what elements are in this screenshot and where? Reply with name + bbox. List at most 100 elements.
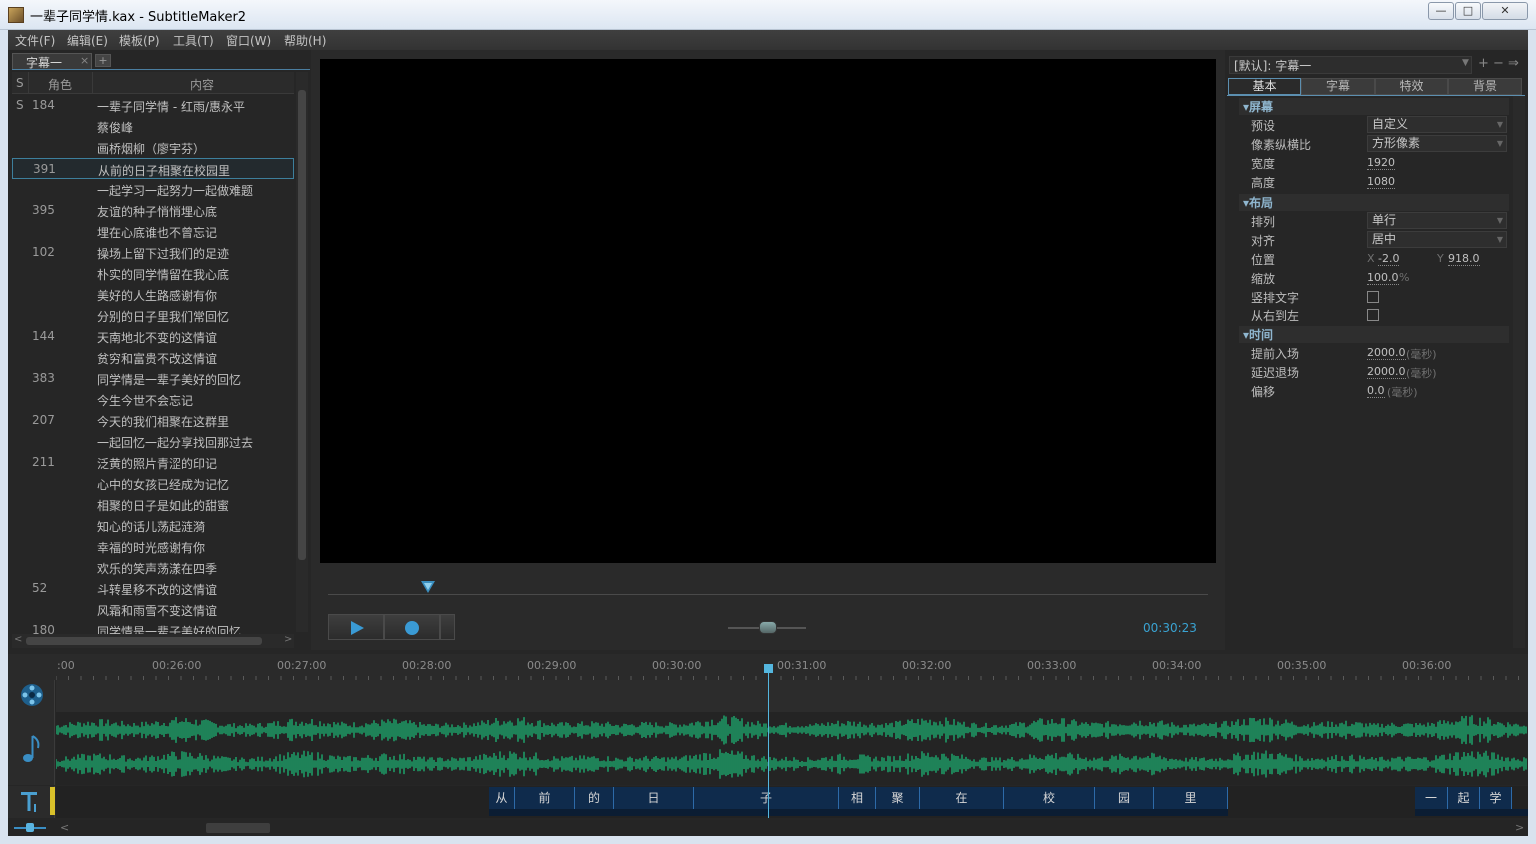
subtitle-row[interactable]: 相聚的日子是如此的甜蜜 — [12, 494, 294, 515]
subtitle-char-block[interactable]: 相 — [839, 787, 876, 809]
chevron-down-icon[interactable]: ▼ — [1462, 58, 1469, 68]
subtitle-char-block[interactable]: 园 — [1095, 787, 1154, 809]
subtitle-char-block[interactable]: 聚 — [876, 787, 920, 809]
subtitle-row[interactable]: 一起回忆一起分享找回那过去 — [12, 431, 294, 452]
style-menu-icon[interactable]: ⇒ — [1508, 56, 1519, 71]
aspect-select[interactable]: 方形像素 ▼ — [1367, 135, 1507, 152]
subtitle-row[interactable]: 幸福的时光感谢有你 — [12, 536, 294, 557]
menu-template[interactable]: 模板(P) — [119, 32, 160, 49]
list-vertical-thumb[interactable] — [298, 90, 306, 560]
tab-basic[interactable]: 基本 — [1228, 78, 1301, 95]
subtitle-row[interactable]: 211 泛黄的照片青涩的印记 — [12, 452, 294, 473]
subtitle-row[interactable]: 欢乐的笑声荡漾在四季 — [12, 557, 294, 578]
arrange-select[interactable]: 单行 ▼ — [1367, 212, 1507, 229]
subtitle-char-block[interactable]: 学 — [1480, 787, 1512, 809]
add-tab-button[interactable]: + — [95, 54, 111, 67]
offset-value[interactable]: 0.0 — [1367, 384, 1385, 398]
list-horizontal-thumb[interactable] — [26, 637, 262, 645]
subtitle-row[interactable]: 一起学习一起努力一起做难题 — [12, 179, 294, 200]
scroll-right-icon[interactable]: > — [1515, 821, 1524, 834]
playhead-handle[interactable] — [764, 664, 773, 673]
subtitle-char-block[interactable]: 日 — [614, 787, 694, 809]
subtitle-char-block[interactable]: 一 — [1415, 787, 1448, 809]
add-style-icon[interactable]: + — [1478, 56, 1489, 71]
scroll-left-icon[interactable]: < — [60, 821, 69, 834]
subtitle-row[interactable]: 蔡俊峰 — [12, 116, 294, 137]
align-select[interactable]: 居中 ▼ — [1367, 231, 1507, 248]
header-role[interactable]: 角色 — [48, 76, 72, 93]
volume-slider-handle[interactable] — [759, 621, 777, 634]
section-screen[interactable]: ▾屏幕 — [1239, 98, 1509, 115]
subtitle-char-block[interactable]: 里 — [1154, 787, 1228, 809]
maximize-button[interactable]: □ — [1455, 2, 1481, 20]
header-content[interactable]: 内容 — [190, 76, 214, 93]
menu-edit[interactable]: 编辑(E) — [67, 32, 108, 49]
player-extra-button[interactable] — [440, 614, 455, 640]
subtitle-row[interactable]: 207 今天的我们相聚在这群里 — [12, 410, 294, 431]
subtitle-row[interactable]: 395 友谊的种子悄悄埋心底 — [12, 200, 294, 221]
record-button[interactable] — [384, 614, 440, 640]
audio-track[interactable] — [55, 712, 1528, 785]
subtitle-row[interactable]: 埋在心底谁也不曾忘记 — [12, 221, 294, 242]
section-layout[interactable]: ▾布局 — [1239, 194, 1509, 211]
subtitle-char-block[interactable]: 子 — [694, 787, 839, 809]
subtitle-row[interactable]: 144 天南地北不变的这情谊 — [12, 326, 294, 347]
subtitle-row[interactable]: 风霜和雨雪不变这情谊 — [12, 599, 294, 620]
menu-file[interactable]: 文件(F) — [15, 32, 55, 49]
section-time[interactable]: ▾时间 — [1239, 326, 1509, 343]
subtitle-char-block[interactable]: 前 — [515, 787, 575, 809]
subtitle-char-block[interactable]: 在 — [920, 787, 1004, 809]
subtitle-char-block[interactable]: 校 — [1004, 787, 1095, 809]
subtitle-row[interactable]: 美好的人生路感谢有你 — [12, 284, 294, 305]
seek-track[interactable] — [328, 594, 1208, 595]
close-tab-icon[interactable]: × — [80, 54, 89, 67]
remove-style-icon[interactable]: − — [1493, 56, 1504, 71]
vertical-text-checkbox[interactable] — [1367, 291, 1379, 303]
subtitle-char-block[interactable]: 从 — [489, 787, 515, 809]
subtitle-char-block[interactable]: 的 — [575, 787, 614, 809]
lead-in-value[interactable]: 2000.0 — [1367, 346, 1406, 360]
timeline-scroll-thumb[interactable] — [206, 823, 270, 833]
width-value[interactable]: 1920 — [1367, 156, 1395, 170]
subtitle-row[interactable]: 52 斗转星移不改的这情谊 — [12, 578, 294, 599]
header-s[interactable]: S — [16, 76, 24, 90]
column-divider[interactable] — [92, 72, 93, 94]
subtitle-row[interactable]: 383 同学情是一辈子美好的回忆 — [12, 368, 294, 389]
pos-y-value[interactable]: 918.0 — [1448, 252, 1480, 266]
tab-effects[interactable]: 特效 — [1375, 78, 1448, 95]
scroll-right-icon[interactable]: > — [284, 634, 292, 645]
rtl-checkbox[interactable] — [1367, 309, 1379, 321]
tab-background[interactable]: 背景 — [1448, 78, 1522, 95]
scroll-left-icon[interactable]: < — [14, 634, 22, 645]
subtitle-row[interactable]: 知心的话儿荡起涟漪 — [12, 515, 294, 536]
subtitle-row[interactable]: 心中的女孩已经成为记忆 — [12, 473, 294, 494]
close-button[interactable]: ✕ — [1482, 2, 1528, 20]
lag-out-value[interactable]: 2000.0 — [1367, 365, 1406, 379]
pos-x-value[interactable]: -2.0 — [1378, 252, 1400, 266]
subtitle-span-bar[interactable] — [489, 809, 1228, 816]
subtitle-row[interactable]: 朴实的同学情留在我心底 — [12, 263, 294, 284]
video-track[interactable] — [56, 680, 1528, 712]
minimize-button[interactable]: — — [1428, 2, 1454, 20]
menu-tools[interactable]: 工具(T) — [173, 32, 214, 49]
subtitle-row[interactable]: 391 从前的日子相聚在校园里 — [12, 158, 294, 179]
subtitle-row[interactable]: 今生今世不会忘记 — [12, 389, 294, 410]
subtitle-span-bar[interactable] — [1415, 809, 1528, 816]
subtitle-row[interactable]: 102 操场上留下过我们的足迹 — [12, 242, 294, 263]
subtitle-char-block[interactable]: 起 — [1448, 787, 1480, 809]
seek-handle[interactable] — [421, 581, 435, 593]
play-button[interactable] — [328, 614, 384, 640]
scale-value[interactable]: 100.0 — [1367, 271, 1399, 285]
height-value[interactable]: 1080 — [1367, 175, 1395, 189]
subtitle-row[interactable]: S 184 一辈子同学情 - 红雨/惠永平 — [12, 95, 294, 116]
properties-scrollbar[interactable] — [1513, 96, 1525, 648]
video-preview[interactable] — [320, 59, 1216, 563]
column-divider[interactable] — [28, 72, 29, 94]
subtitle-row[interactable]: 分别的日子里我们常回忆 — [12, 305, 294, 326]
preset-select[interactable]: 自定义 ▼ — [1367, 116, 1507, 133]
timeline-zoom-handle[interactable] — [26, 823, 34, 832]
menu-window[interactable]: 窗口(W) — [226, 32, 271, 49]
subtitle-row[interactable]: 贫穷和富贵不改这情谊 — [12, 347, 294, 368]
menu-help[interactable]: 帮助(H) — [284, 32, 326, 49]
tab-subtitle[interactable]: 字幕 — [1301, 78, 1375, 95]
